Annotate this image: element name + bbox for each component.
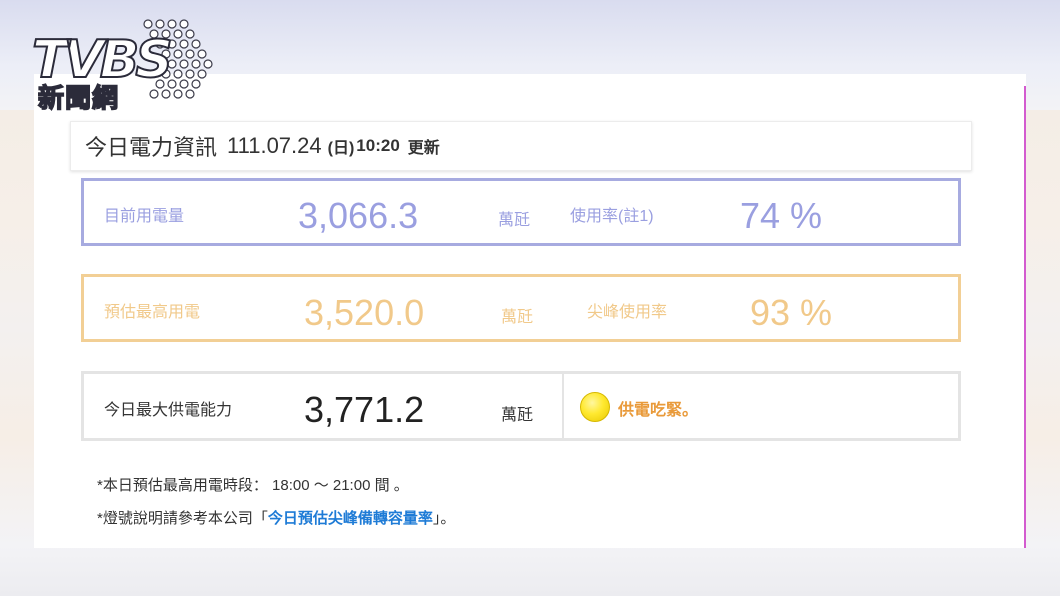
supply-status-text: 供電吃緊。 [618, 402, 699, 419]
forecast-peak-box: 預估最高用電 3,520.0 萬瓩 尖峰使用率 93 % [81, 274, 961, 342]
peak-time-note: *本日預估最高用電時段： 18:00 ～ 21:00 間 。 [97, 477, 409, 494]
info-header: 今日電力資訊 111.07.24 (日) 10:20 更新 [70, 121, 972, 171]
current-usage-unit: 萬瓩 [498, 212, 531, 229]
light-explanation-note: *燈號說明請參考本公司「今日預估尖峰備轉容量率」。 [97, 507, 455, 528]
background-bottom [0, 546, 1060, 596]
reserve-rate-link[interactable]: 今日預估尖峰備轉容量率 [268, 510, 433, 527]
yellow-light-icon [580, 392, 610, 422]
max-supply-value: 3,771.2 [304, 389, 425, 430]
forecast-peak-value: 3,520.0 [304, 292, 425, 333]
current-usage-box: 目前用電量 3,066.3 萬瓩 使用率(註1) 74 % [81, 178, 961, 246]
max-supply-box: 今日最大供電能力 3,771.2 萬瓩 供電吃緊。 [81, 371, 961, 441]
peak-rate-value: 93 % [750, 292, 833, 333]
logo-subtitle: 新聞網 [37, 83, 120, 115]
usage-rate-value: 74 % [740, 195, 823, 236]
note-prefix: *燈號說明請參考本公司「 [97, 510, 268, 527]
header-time: 10:20 [356, 136, 400, 155]
peak-rate-label: 尖峰使用率 [587, 304, 668, 321]
header-weekday: (日) [327, 140, 355, 157]
logo-text: TVBS [31, 30, 174, 90]
header-title: 今日電力資訊 [85, 135, 218, 160]
usage-rate-label: 使用率(註1) [570, 208, 654, 225]
header-update-label: 更新 [407, 140, 440, 157]
max-supply-label: 今日最大供電能力 [104, 402, 233, 419]
box-divider [562, 374, 564, 438]
accent-line [1024, 86, 1026, 548]
max-supply-unit: 萬瓩 [501, 407, 534, 424]
note-suffix: 」。 [432, 510, 456, 527]
background-left [0, 110, 34, 546]
background-right [1026, 110, 1060, 546]
header-date: 111.07.24 [227, 133, 322, 158]
current-usage-value: 3,066.3 [298, 195, 419, 236]
forecast-peak-unit: 萬瓩 [501, 309, 534, 326]
tvbs-logo: TVBS 新聞網 [26, 16, 216, 120]
forecast-peak-label: 預估最高用電 [104, 304, 201, 321]
current-usage-label: 目前用電量 [104, 208, 185, 225]
